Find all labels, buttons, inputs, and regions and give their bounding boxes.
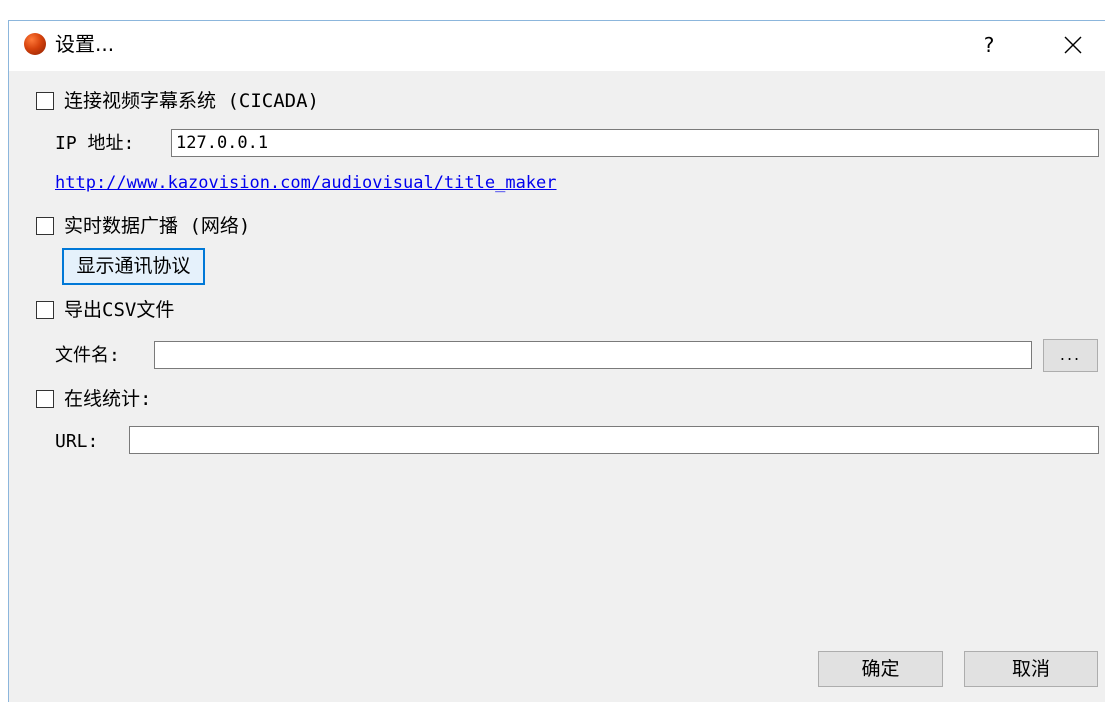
ip-address-label: IP 地址: xyxy=(55,133,135,154)
window-title: 设置... xyxy=(55,32,115,56)
title-bar: 设置... ? xyxy=(9,21,1105,71)
close-icon xyxy=(1064,36,1082,54)
csv-checkbox[interactable] xyxy=(36,301,54,319)
help-button[interactable]: ? xyxy=(969,27,1009,63)
show-protocol-button[interactable]: 显示通讯协议 xyxy=(62,248,205,285)
cicada-checkbox[interactable] xyxy=(36,92,54,110)
background-strip xyxy=(0,0,1105,20)
cicada-checkbox-label: 连接视频字幕系统 (CICADA) xyxy=(64,90,319,112)
online-stats-checkbox[interactable] xyxy=(36,390,54,408)
ok-button[interactable]: 确定 xyxy=(818,651,943,687)
online-stats-checkbox-label: 在线统计: xyxy=(64,388,152,410)
browse-button[interactable]: ... xyxy=(1043,339,1098,372)
broadcast-checkbox[interactable] xyxy=(36,217,54,235)
url-input[interactable] xyxy=(129,426,1099,454)
settings-dialog: 设置... ? 连接视频字幕系统 (CICADA) IP 地址: 127.0.0… xyxy=(8,20,1105,702)
url-label: URL: xyxy=(55,431,99,452)
kazovision-link[interactable]: http://www.kazovision.com/audiovisual/ti… xyxy=(55,172,557,194)
ip-address-input[interactable]: 127.0.0.1 xyxy=(171,129,1099,157)
filename-label: 文件名: xyxy=(55,345,120,366)
broadcast-checkbox-label: 实时数据广播 (网络) xyxy=(64,215,251,237)
close-button[interactable] xyxy=(1049,25,1097,65)
cancel-button[interactable]: 取消 xyxy=(964,651,1098,687)
filename-input[interactable] xyxy=(154,341,1032,369)
app-ball-icon xyxy=(24,33,46,55)
csv-checkbox-label: 导出CSV文件 xyxy=(64,299,175,321)
